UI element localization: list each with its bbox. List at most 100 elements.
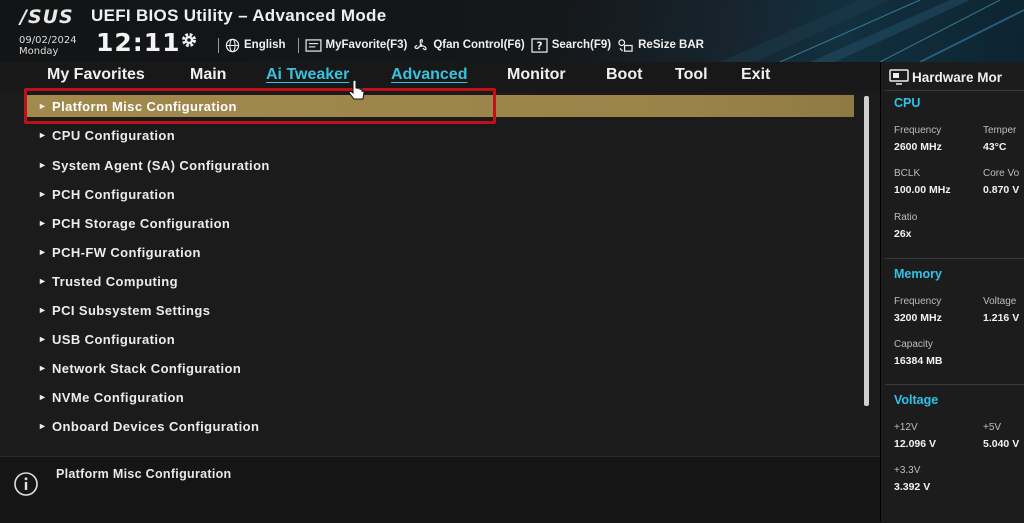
memory-capacity-label: Capacity [894, 339, 933, 350]
qfan-control-button[interactable]: Qfan Control(F6) [413, 38, 525, 53]
tab-ai-tweaker[interactable]: Ai Tweaker [266, 66, 349, 84]
ratio-value: 26x [894, 228, 912, 240]
expand-arrow-icon: ► [38, 421, 48, 431]
memory-frequency-label: Frequency [894, 296, 942, 307]
menu-item-label: Onboard Devices Configuration [52, 418, 260, 434]
hwm-divider [885, 90, 1024, 91]
expand-arrow-icon: ► [38, 392, 48, 402]
menu-item-label: PCI Subsystem Settings [52, 302, 211, 318]
tab-tool[interactable]: Tool [675, 66, 708, 84]
menu-item-nvme-configuration[interactable]: ► NVMe Configuration [24, 386, 854, 408]
header-toolbar: English MyFavorite(F3) Qfan Control(F6) [212, 36, 710, 54]
svg-text:?: ? [536, 40, 542, 52]
hardware-monitor-title: Hardware Mor [912, 69, 1003, 85]
hwm-memory-section-title: Memory [894, 267, 942, 281]
myfavorite-button[interactable]: MyFavorite(F3) [304, 38, 407, 52]
day-text: Monday [19, 46, 59, 57]
menu-item-pci-subsystem[interactable]: ► PCI Subsystem Settings [24, 299, 854, 321]
expand-arrow-icon: ► [38, 247, 48, 257]
v33-value: 3.392 V [894, 481, 931, 493]
expand-arrow-icon: ► [38, 160, 48, 170]
hwm-cpu-section-title: CPU [894, 96, 921, 110]
language-label: English [244, 39, 286, 51]
menu-scrollbar[interactable] [864, 96, 869, 406]
menu-item-pch-fw[interactable]: ► PCH-FW Configuration [24, 241, 854, 263]
date-display: 09/02/2024 Monday [19, 35, 77, 57]
tab-monitor[interactable]: Monitor [507, 66, 566, 84]
cpu-frequency-label: Frequency [894, 125, 942, 136]
menu-item-pch-configuration[interactable]: ► PCH Configuration [24, 183, 854, 205]
v12-value: 12.096 V [894, 438, 937, 450]
cpu-temperature-value: 43°C [983, 141, 1007, 153]
ratio-label: Ratio [894, 212, 918, 223]
app-title: UEFI BIOS Utility – Advanced Mode [91, 6, 387, 25]
tab-exit[interactable]: Exit [741, 66, 770, 84]
mouse-cursor-icon [348, 80, 365, 100]
expand-arrow-icon: ► [38, 305, 48, 315]
gear-icon[interactable] [180, 31, 198, 49]
hardware-monitor-panel: Hardware Mor CPU Frequency 2600 MHz Temp… [880, 62, 1024, 522]
resize-bar-label: ReSize BAR [638, 39, 704, 51]
date-text: 09/02/2024 [19, 35, 77, 46]
fan-icon [414, 38, 427, 50]
hwm-divider [885, 258, 1024, 259]
tab-main[interactable]: Main [190, 66, 226, 84]
selection-highlight-box [24, 88, 496, 124]
header-decoration [720, 0, 1024, 62]
menu-item-label: PCH-FW Configuration [52, 244, 201, 260]
menu-item-cpu-configuration[interactable]: ► CPU Configuration [24, 124, 854, 146]
expand-arrow-icon: ► [38, 276, 48, 286]
v33-label: +3.3V [894, 465, 921, 476]
v12-label: +12V [894, 422, 918, 433]
tab-boot[interactable]: Boot [606, 66, 642, 84]
info-icon [14, 472, 38, 496]
search-label: Search(F9) [551, 39, 612, 51]
search-icon: ? [531, 37, 548, 53]
core-voltage-label: Core Vo [983, 168, 1020, 179]
menu-item-network-stack[interactable]: ► Network Stack Configuration [24, 357, 854, 379]
memory-capacity-value: 16384 MB [894, 355, 943, 367]
menu-item-label: System Agent (SA) Configuration [52, 157, 270, 173]
menu-item-label: CPU Configuration [52, 127, 176, 143]
tab-advanced[interactable]: Advanced [391, 66, 467, 84]
help-description-bar: Platform Misc Configuration [0, 456, 880, 523]
tab-my-favorites[interactable]: My Favorites [47, 66, 145, 84]
qfan-control-label: Qfan Control(F6) [433, 39, 525, 51]
resize-bar-button[interactable]: ReSize BAR [617, 38, 704, 53]
menu-item-trusted-computing[interactable]: ► Trusted Computing [24, 270, 854, 292]
v5-value: 5.040 V [983, 438, 1020, 450]
hardware-monitor-header: Hardware Mor [889, 66, 1024, 88]
menu-item-system-agent[interactable]: ► System Agent (SA) Configuration [24, 154, 854, 176]
hwm-voltage-section-title: Voltage [894, 393, 939, 407]
language-button[interactable]: English [225, 38, 286, 53]
expand-arrow-icon: ► [38, 218, 48, 228]
core-voltage-value: 0.870 V [983, 184, 1020, 196]
search-button[interactable]: ? Search(F9) [531, 37, 612, 53]
expand-arrow-icon: ► [38, 363, 48, 373]
hwm-divider [885, 384, 1024, 385]
globe-icon [225, 38, 240, 52]
v5-label: +5V [983, 422, 1002, 433]
menu-item-label: NVMe Configuration [52, 389, 185, 405]
toolbar-divider [218, 37, 219, 53]
favorite-icon [304, 38, 322, 52]
cpu-temperature-label: Temper [983, 125, 1017, 136]
memory-frequency-value: 3200 MHz [894, 312, 942, 324]
help-text: Platform Misc Configuration [56, 467, 232, 481]
expand-arrow-icon: ► [38, 130, 48, 140]
menu-item-onboard-devices[interactable]: ► Onboard Devices Configuration [24, 415, 854, 437]
menu-item-label: Trusted Computing [52, 273, 178, 289]
memory-voltage-value: 1.216 V [983, 312, 1020, 324]
header-bar: /SUS UEFI BIOS Utility – Advanced Mode 0… [0, 0, 1024, 62]
bclk-value: 100.00 MHz [894, 184, 951, 196]
memory-voltage-label: Voltage [983, 296, 1017, 307]
menu-item-pch-storage[interactable]: ► PCH Storage Configuration [24, 212, 854, 234]
menu-item-label: PCH Configuration [52, 186, 176, 202]
cpu-frequency-value: 2600 MHz [894, 141, 942, 153]
menu-item-label: Network Stack Configuration [52, 360, 242, 376]
expand-arrow-icon: ► [38, 189, 48, 199]
resize-bar-icon [618, 38, 633, 52]
menu-item-label: USB Configuration [52, 331, 176, 347]
menu-item-usb-configuration[interactable]: ► USB Configuration [24, 328, 854, 350]
clock-time: 12:11 [96, 28, 181, 57]
